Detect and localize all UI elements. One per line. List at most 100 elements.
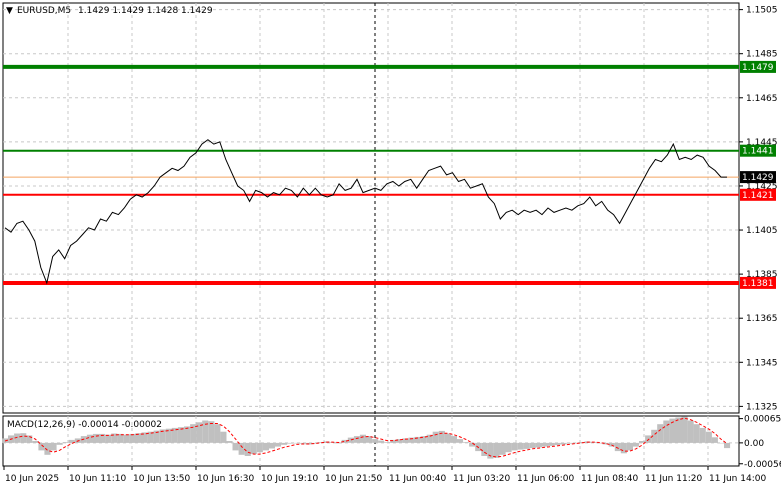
macd-axis[interactable]: 0.00065 0.00 -0.00056 (739, 415, 781, 470)
y-tick-label: 1.1365 (746, 314, 778, 324)
macd-bar (693, 424, 700, 443)
x-tick-label: 11 Jun 08:40 (581, 474, 638, 484)
x-tick-label: 10 Jun 2025 (5, 474, 59, 484)
macd-bar (639, 441, 646, 443)
macd-bar (529, 442, 536, 449)
macd-bar (86, 434, 93, 443)
macd-bar (541, 442, 548, 447)
macd-bar (548, 442, 555, 446)
macd-bar (287, 442, 294, 444)
x-tick-label: 10 Jun 11:10 (69, 474, 126, 484)
macd-bar (384, 442, 391, 443)
macd-bar (359, 434, 366, 443)
price-tag-label: 1.1429 (742, 173, 774, 183)
x-tick-label: 10 Jun 13:50 (133, 474, 190, 484)
macd-bar (633, 442, 640, 447)
macd-bar (32, 441, 39, 443)
macd-bar (535, 442, 542, 448)
macd-bar (499, 442, 506, 455)
price-tag-label: 1.1441 (742, 147, 774, 157)
trading-chart[interactable]: ▼ EURUSD,M5 1.1429 1.1429 1.1428 1.1429 … (0, 0, 781, 489)
macd-bar (20, 433, 27, 443)
macd-y-tick-label: -0.00056 (744, 460, 781, 470)
x-tick-label: 11 Jun 11:20 (645, 474, 702, 484)
macd-bar (293, 442, 300, 444)
macd-bar (626, 442, 633, 451)
y-tick-label: 1.1465 (746, 94, 778, 104)
macd-y-tick-label: 0.00065 (744, 415, 781, 425)
macd-bar (268, 442, 275, 449)
main-chart-panel[interactable] (2, 2, 740, 414)
x-tick-label: 11 Jun 03:20 (453, 474, 510, 484)
x-tick-label: 11 Jun 14:00 (709, 474, 766, 484)
macd-bar (250, 442, 257, 455)
macd-bar (220, 431, 227, 443)
macd-bar (438, 430, 445, 443)
macd-bar (214, 424, 221, 443)
macd-bar (711, 437, 718, 443)
macd-bar (705, 431, 712, 443)
macd-bar (93, 433, 100, 443)
x-tick-label: 10 Jun 16:30 (197, 474, 254, 484)
price-tag-label: 1.1381 (742, 279, 774, 289)
macd-bar (238, 442, 245, 455)
macd-bar (299, 442, 306, 444)
macd-bar (62, 442, 69, 443)
macd-bar (105, 434, 112, 443)
x-tick-label: 11 Jun 06:00 (517, 474, 574, 484)
macd-bar (663, 420, 670, 443)
macd-bar (493, 442, 500, 458)
x-tick-label: 11 Jun 00:40 (389, 474, 446, 484)
triangle-down-icon[interactable]: ▼ (6, 6, 13, 16)
macd-bar (457, 439, 464, 443)
macd-bar (681, 416, 688, 443)
macd-bar (244, 442, 251, 456)
macd-bar (675, 417, 682, 443)
y-tick-label: 1.1505 (746, 6, 778, 16)
price-tag-label: 1.1421 (742, 191, 774, 201)
macd-bar (281, 442, 288, 445)
macd-bar (699, 427, 706, 443)
macd-title: MACD(12,26,9) -0.00014 -0.00002 (7, 420, 162, 430)
chart-ohlc: 1.1429 1.1429 1.1428 1.1429 (78, 6, 213, 16)
macd-bar (372, 439, 379, 443)
macd-bar (208, 421, 215, 443)
time-axis[interactable]: 10 Jun 2025 10 Jun 11:10 10 Jun 13:50 10 Ju… (3, 466, 766, 484)
macd-bar (566, 442, 573, 444)
macd-bar (129, 433, 136, 443)
price-tag-label: 1.1479 (742, 63, 774, 73)
macd-bar (262, 442, 269, 451)
macd-bar (123, 434, 130, 443)
macd-bar (378, 440, 385, 443)
macd-bar (620, 442, 627, 454)
macd-y-tick-label: 0.00 (744, 439, 764, 449)
macd-bar (614, 442, 621, 452)
macd-bar (517, 442, 524, 450)
macd-bar (657, 424, 664, 443)
y-tick-label: 1.1485 (746, 50, 778, 60)
macd-bar (50, 442, 57, 451)
y-tick-label: 1.1325 (746, 402, 778, 412)
macd-bar (432, 431, 439, 443)
macd-bar (56, 442, 63, 445)
macd-bar (687, 420, 694, 443)
macd-bar (184, 426, 191, 443)
macd-bar (444, 433, 451, 443)
macd-bar (724, 442, 731, 449)
macd-bar (511, 442, 518, 451)
y-tick-label: 1.1405 (746, 226, 778, 236)
macd-bar (232, 442, 239, 451)
macd-bar (505, 442, 512, 453)
macd-bar (523, 442, 530, 449)
macd-bar (463, 442, 470, 443)
macd-bar (554, 442, 561, 446)
x-tick-label: 10 Jun 21:50 (325, 474, 382, 484)
y-tick-label: 1.1345 (746, 358, 778, 368)
x-tick-label: 10 Jun 19:10 (261, 474, 318, 484)
chart-symbol: EURUSD,M5 (17, 6, 71, 16)
macd-bar (450, 436, 457, 443)
macd-bar (256, 442, 263, 453)
macd-bar (226, 441, 233, 443)
macd-bar (717, 442, 724, 444)
macd-bar (560, 442, 567, 445)
